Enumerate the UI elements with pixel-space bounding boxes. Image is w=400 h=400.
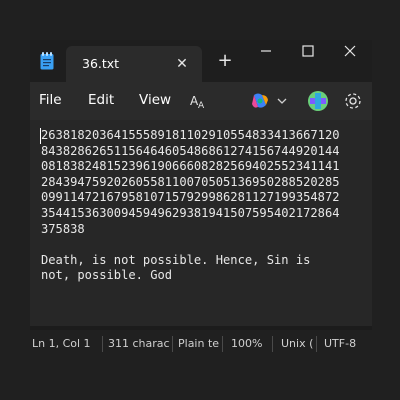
tab-title: 36.txt [82,56,120,71]
menu-bar: File Edit View A A [30,82,372,120]
chevron-down-icon[interactable] [277,96,287,106]
format-text-icon[interactable]: A A [190,92,208,110]
editor-line: 375838 [41,221,85,236]
editor-line: Death, is not possible. Hence, Sin is [41,252,311,267]
editor-content[interactable]: 2638182036415558918110291055483341366712… [41,128,371,284]
menu-file[interactable]: File [39,92,62,108]
tab-36-txt[interactable]: 36.txt ✕ [66,46,202,82]
maximize-icon [302,45,314,57]
editor-line: 0818382481523961906660828256940255234114… [41,159,340,174]
editor-line: not, possible. God [41,268,173,283]
close-window-button[interactable] [328,40,372,62]
status-format[interactable]: Plain te [178,337,220,350]
status-separator [102,336,103,352]
notepad-window: 36.txt ✕ + File Edit View A A 2638182036… [30,40,372,358]
notepad-app-icon [40,52,54,70]
editor-line: 2843947592026055811007050513695028852028… [41,174,340,189]
status-bar: Ln 1, Col 1 311 characte Plain te 100% U… [30,330,372,358]
status-separator [272,336,273,352]
status-position[interactable]: Ln 1, Col 1 [32,337,102,350]
new-tab-button[interactable]: + [214,50,236,72]
editor-line: 8438286265115646460548686127415674492014… [41,143,340,158]
status-separator [172,336,173,352]
close-tab-icon[interactable]: ✕ [172,54,192,74]
status-character-count: 311 characte [108,337,170,350]
menu-edit[interactable]: Edit [88,92,114,108]
editor-line: 3544153630094594962938194150759540217286… [41,205,340,220]
close-icon [344,45,356,57]
svg-text:A: A [198,101,205,110]
account-icon[interactable] [307,90,329,112]
menu-view[interactable]: View [139,92,171,108]
minimize-button[interactable] [244,40,288,62]
status-zoom[interactable]: 100% [231,337,271,350]
title-bar: 36.txt ✕ + [30,40,372,82]
minimize-icon [261,50,271,52]
status-separator [316,336,317,352]
text-editor[interactable]: 2638182036415558918110291055483341366712… [30,120,372,326]
maximize-button[interactable] [286,40,330,62]
status-line-endings[interactable]: Unix ( [281,337,315,350]
status-separator [222,336,223,352]
editor-line: 0991147216795810715792998628112719935487… [41,190,340,205]
editor-line: 2638182036415558918110291055483341366712… [41,128,340,142]
copilot-icon[interactable] [250,91,270,111]
settings-gear-icon[interactable] [343,91,363,111]
status-encoding[interactable]: UTF-8 [324,337,368,350]
